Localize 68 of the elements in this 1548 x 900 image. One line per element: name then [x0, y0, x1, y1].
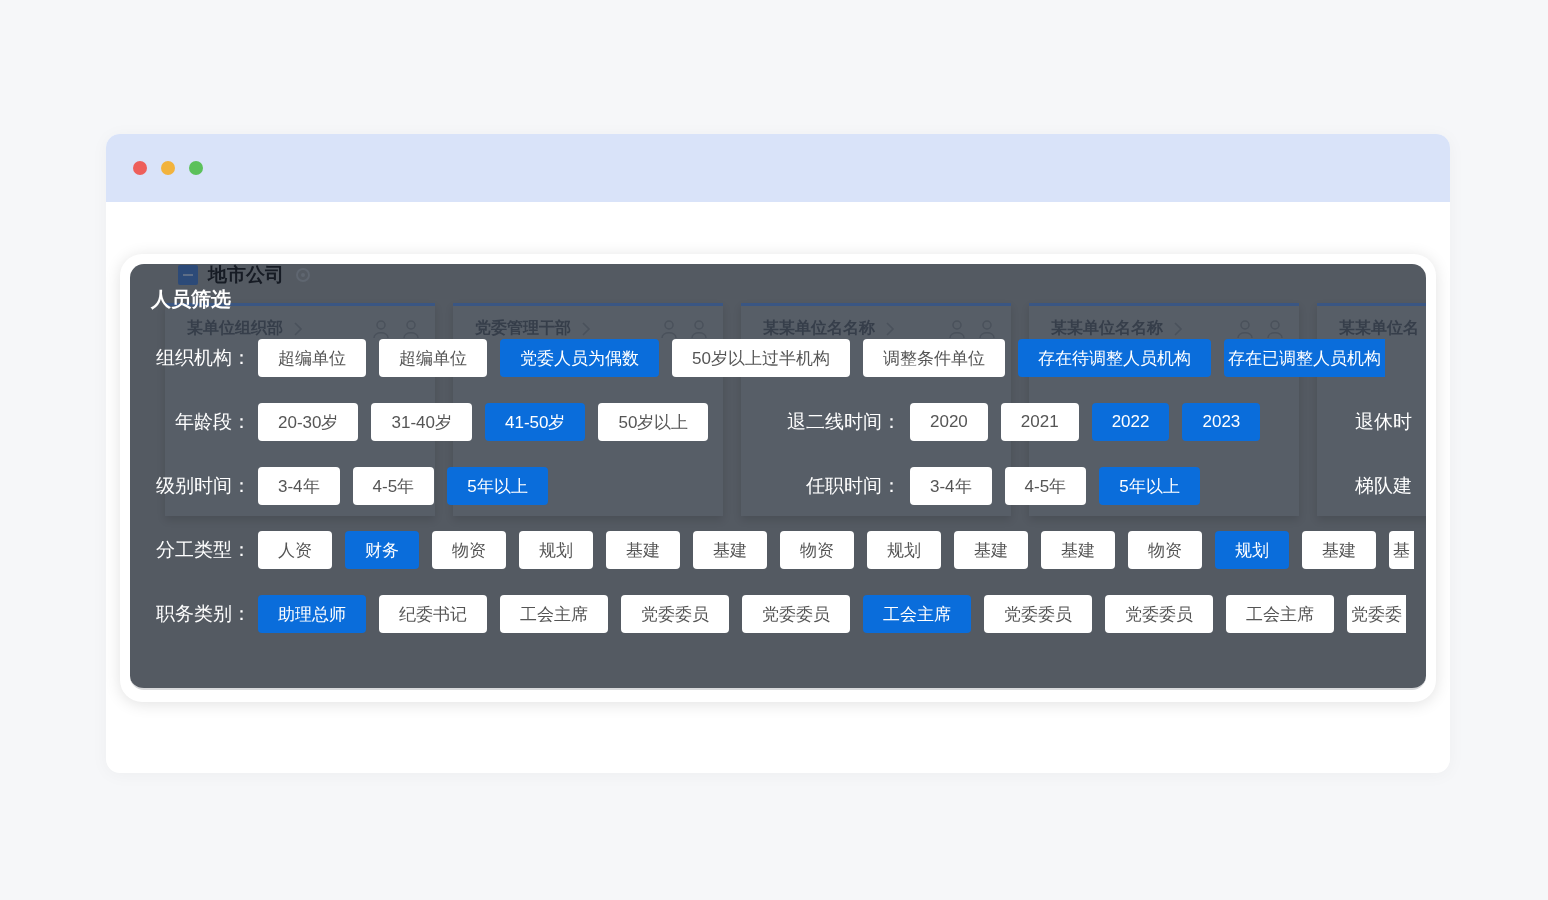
- filter-option[interactable]: 规划: [519, 531, 593, 569]
- filter-option[interactable]: 20-30岁: [258, 403, 359, 441]
- filter-option[interactable]: 基建: [1041, 531, 1115, 569]
- window-control-dot[interactable]: [161, 161, 175, 175]
- filter-option[interactable]: 存在已调整人员机构: [1223, 339, 1385, 377]
- filter-option[interactable]: 党委委员: [1105, 595, 1213, 633]
- filter-option[interactable]: 5年以上: [447, 467, 548, 505]
- filter-option[interactable]: 41-50岁: [484, 403, 586, 441]
- filter-option[interactable]: 人资: [258, 531, 332, 569]
- section-title: 地市公司: [208, 264, 284, 286]
- filter-option[interactable]: 工会主席: [1226, 595, 1334, 633]
- person-icon: [689, 318, 709, 339]
- filter-option[interactable]: 党委委: [1347, 595, 1406, 633]
- filter-option[interactable]: 4-5年: [352, 467, 435, 505]
- person-icon: [1235, 318, 1255, 339]
- filter-label: 组织机构：: [155, 346, 251, 370]
- filter-option[interactable]: 物资: [1128, 531, 1202, 569]
- filter-option[interactable]: 党委委员: [742, 595, 850, 633]
- filter-option[interactable]: 2021: [1000, 403, 1079, 441]
- filter-option[interactable]: 5年以上: [1099, 467, 1200, 505]
- filter-label: 职务类别：: [155, 602, 251, 626]
- filter-option[interactable]: 基建: [693, 531, 767, 569]
- filter-option[interactable]: 2022: [1091, 403, 1170, 441]
- window-control-dot[interactable]: [133, 161, 147, 175]
- filter-label: 梯队建: [1355, 474, 1412, 498]
- panel-title: 人员筛选: [151, 288, 231, 310]
- filter-label: 任职时间：: [805, 474, 901, 498]
- filter-option[interactable]: 2023: [1182, 403, 1261, 441]
- filter-option[interactable]: 助理总师: [258, 595, 366, 633]
- person-icon: [977, 318, 997, 339]
- filter-option[interactable]: 基建: [606, 531, 680, 569]
- person-icon: [1265, 318, 1285, 339]
- filter-option[interactable]: 50岁以上: [598, 403, 709, 441]
- filter-option[interactable]: 财务: [345, 531, 419, 569]
- filter-option[interactable]: 4-5年: [1004, 467, 1087, 505]
- window-control-dot[interactable]: [189, 161, 203, 175]
- filter-option[interactable]: 3-4年: [910, 467, 992, 505]
- filter-option[interactable]: 党委人员为偶数: [500, 339, 659, 377]
- filter-label: 退二线时间：: [786, 410, 901, 434]
- filter-option[interactable]: 规划: [1215, 531, 1289, 569]
- person-icon: [947, 318, 967, 339]
- filter-label: 级别时间：: [155, 474, 251, 498]
- collapse-icon: [178, 265, 198, 285]
- filter-option[interactable]: 基建: [1302, 531, 1376, 569]
- filter-label: 年龄段：: [174, 410, 251, 434]
- filter-option[interactable]: 3-4年: [258, 467, 340, 505]
- filter-label: 退休时: [1355, 410, 1412, 434]
- person-icon: [401, 318, 421, 339]
- filter-option[interactable]: 基: [1389, 531, 1414, 569]
- person-icon: [371, 318, 391, 339]
- filter-option[interactable]: 31-40岁: [371, 403, 472, 441]
- filter-option[interactable]: 工会主席: [500, 595, 608, 633]
- filter-option[interactable]: 党委委员: [984, 595, 1092, 633]
- filter-option[interactable]: 工会主席: [863, 595, 971, 633]
- person-icon: [659, 318, 679, 339]
- filter-option[interactable]: 调整条件单位: [862, 339, 1005, 377]
- filter-option[interactable]: 党委委员: [621, 595, 729, 633]
- filter-option[interactable]: 2020: [910, 403, 988, 441]
- filter-option[interactable]: 物资: [780, 531, 854, 569]
- filter-option[interactable]: 基建: [954, 531, 1028, 569]
- filter-option[interactable]: 物资: [432, 531, 506, 569]
- filter-label: 分工类型：: [155, 538, 251, 562]
- filter-option[interactable]: 规划: [867, 531, 941, 569]
- filter-option[interactable]: 纪委书记: [379, 595, 487, 633]
- filter-option[interactable]: 存在待调整人员机构: [1017, 339, 1211, 377]
- filter-option[interactable]: 超编单位: [258, 339, 366, 377]
- filter-option[interactable]: 超编单位: [379, 339, 487, 377]
- filter-option[interactable]: 50岁以上过半机构: [672, 339, 850, 377]
